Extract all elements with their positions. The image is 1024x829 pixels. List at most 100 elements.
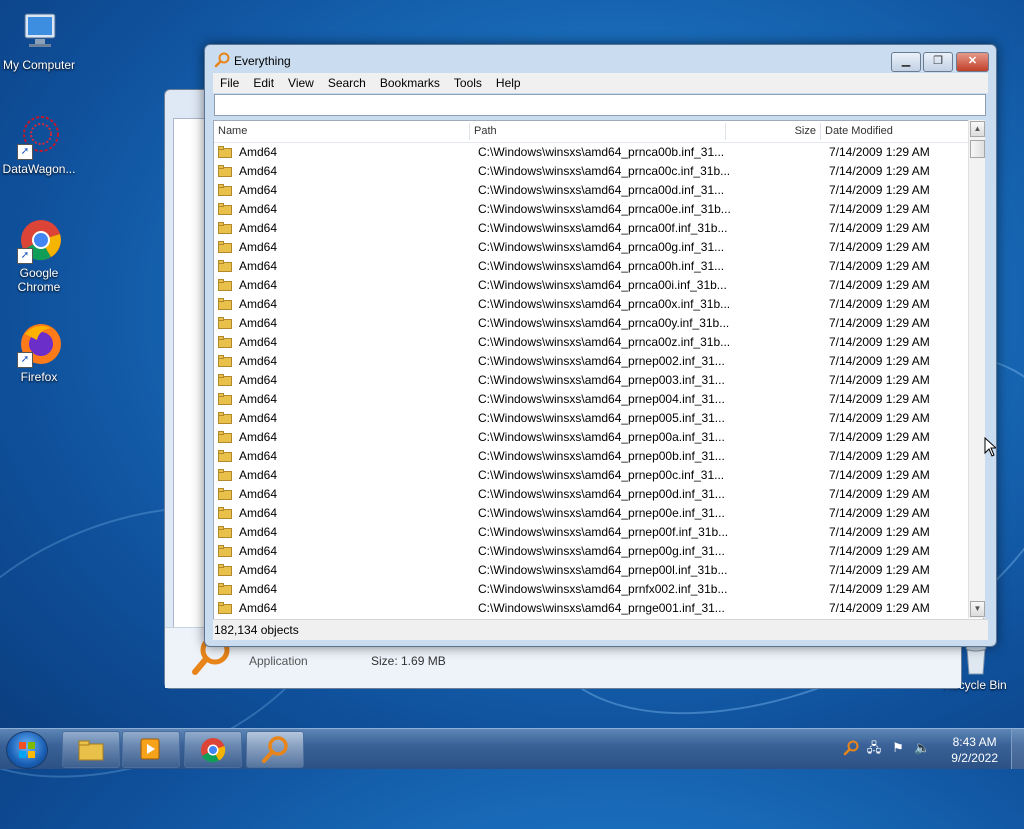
cell-path: C:\Windows\winsxs\amd64_prnge001.inf_31.… (478, 601, 725, 615)
cell-date: 7/14/2009 1:29 AM (829, 601, 930, 615)
cell-date: 7/14/2009 1:29 AM (829, 202, 930, 216)
cell-path: C:\Windows\winsxs\amd64_prnep00c.inf_31.… (478, 468, 725, 482)
menu-help[interactable]: Help (489, 73, 528, 93)
title-bar[interactable]: Everything ▁ ❐ ✕ (205, 45, 996, 73)
table-row[interactable]: Amd64 C:\Windows\winsxs\amd64_prnca00f.in… (214, 219, 983, 238)
desktop-icon-firefox[interactable]: ➚ Firefox (0, 320, 81, 384)
table-row[interactable]: Amd64 C:\Windows\winsxs\amd64_prnep00e.in… (214, 504, 983, 523)
cell-name: Amd64 (239, 373, 278, 387)
column-header-date[interactable]: Date Modified (825, 121, 965, 142)
column-header-path[interactable]: Path (474, 121, 714, 142)
table-row[interactable]: Amd64 C:\Windows\winsxs\amd64_prnep00d.in… (214, 485, 983, 504)
cell-date: 7/14/2009 1:29 AM (829, 183, 930, 197)
table-row[interactable]: Amd64 C:\Windows\winsxs\amd64_prnca00b.in… (214, 143, 983, 162)
cell-date: 7/14/2009 1:29 AM (829, 240, 930, 254)
desktop-icon-label: Google Chrome (17, 266, 61, 294)
desktop-icon-label: My Computer (2, 58, 76, 72)
column-divider[interactable] (469, 123, 470, 140)
close-button[interactable]: ✕ (956, 52, 989, 72)
folder-icon (218, 222, 232, 234)
mouse-cursor-icon (984, 436, 998, 457)
scroll-thumb[interactable] (970, 140, 985, 158)
minimize-button[interactable]: ▁ (891, 52, 921, 72)
table-row[interactable]: Amd64 C:\Windows\winsxs\amd64_prnep003.in… (214, 371, 983, 390)
menu-tools[interactable]: Tools (447, 73, 489, 93)
everything-search-icon (214, 52, 230, 68)
cell-name: Amd64 (239, 563, 278, 577)
maximize-button[interactable]: ❐ (923, 52, 953, 72)
cell-name: Amd64 (239, 316, 278, 330)
cell-path: C:\Windows\winsxs\amd64_prnep003.inf_31.… (478, 373, 725, 387)
results-list[interactable]: Name Path Size Date Modified Amd64 C:\Win… (213, 120, 984, 620)
table-row[interactable]: Amd64 C:\Windows\winsxs\amd64_prnca00y.in… (214, 314, 983, 333)
folder-icon (218, 469, 232, 481)
show-desktop-button[interactable] (1011, 729, 1024, 769)
column-divider[interactable] (820, 123, 821, 140)
taskbar-button-chrome[interactable] (184, 731, 242, 768)
column-divider[interactable] (725, 123, 726, 140)
everything-window[interactable]: Everything ▁ ❐ ✕ File Edit View Search Bookm… (204, 44, 997, 647)
menu-file[interactable]: File (213, 73, 246, 93)
search-input[interactable] (214, 94, 986, 116)
table-row[interactable]: Amd64 C:\Windows\winsxs\amd64_prnep004.in… (214, 390, 983, 409)
start-button[interactable] (6, 731, 48, 769)
menu-search[interactable]: Search (321, 73, 373, 93)
menu-view[interactable]: View (281, 73, 321, 93)
folder-icon (218, 602, 232, 614)
cell-path: C:\Windows\winsxs\amd64_prnep00g.inf_31.… (478, 544, 725, 558)
scroll-down-button[interactable]: ▼ (970, 601, 985, 617)
volume-icon[interactable]: 🔈 (914, 740, 930, 756)
cell-date: 7/14/2009 1:29 AM (829, 449, 930, 463)
system-clock[interactable]: 8:43 AM 9/2/2022 (951, 734, 998, 766)
cell-name: Amd64 (239, 525, 278, 539)
column-header-size[interactable]: Size (734, 121, 816, 142)
network-icon[interactable]: 🖧 (866, 740, 882, 756)
taskbar-button-media-player[interactable] (122, 731, 180, 768)
folder-icon (218, 507, 232, 519)
cell-path: C:\Windows\winsxs\amd64_prnep00e.inf_31.… (478, 506, 725, 520)
table-row[interactable]: Amd64 C:\Windows\winsxs\amd64_prnca00c.in… (214, 162, 983, 181)
table-row[interactable]: Amd64 C:\Windows\winsxs\amd64_prnca00z.in… (214, 333, 983, 352)
menu-edit[interactable]: Edit (246, 73, 281, 93)
taskbar-button-explorer[interactable] (62, 731, 120, 768)
column-header-name[interactable]: Name (218, 121, 468, 142)
shortcut-arrow-icon: ➚ (17, 144, 33, 160)
table-row[interactable]: Amd64 C:\Windows\winsxs\amd64_prnep00c.in… (214, 466, 983, 485)
table-row[interactable]: Amd64 C:\Windows\winsxs\amd64_prnfx002.in… (214, 580, 983, 599)
cell-path: C:\Windows\winsxs\amd64_prnep005.inf_31.… (478, 411, 725, 425)
desktop-icon-google-chrome[interactable]: ➚ Google Chrome (0, 216, 81, 294)
table-row[interactable]: Amd64 C:\Windows\winsxs\amd64_prnca00i.in… (214, 276, 983, 295)
vertical-scrollbar[interactable]: ▲ ▼ (968, 120, 985, 618)
folder-icon (218, 203, 232, 215)
everything-tray-icon[interactable] (843, 740, 859, 756)
cell-path: C:\Windows\winsxs\amd64_prnca00d.inf_31.… (478, 183, 725, 197)
folder-icon (218, 374, 232, 386)
taskbar-button-everything[interactable] (246, 731, 304, 768)
cell-name: Amd64 (239, 221, 278, 235)
desktop-icon-my-computer[interactable]: My Computer (0, 8, 81, 72)
computer-icon (15, 8, 63, 56)
table-row[interactable]: Amd64 C:\Windows\winsxs\amd64_prnep00f.in… (214, 523, 983, 542)
table-row[interactable]: Amd64 C:\Windows\winsxs\amd64_prnca00d.in… (214, 181, 983, 200)
status-bar: 182,134 objects (213, 619, 988, 640)
table-row[interactable]: Amd64 C:\Windows\winsxs\amd64_prnge001.in… (214, 599, 983, 618)
cell-name: Amd64 (239, 487, 278, 501)
desktop-icon-datawagon[interactable]: ➚ DataWagon... (0, 112, 81, 176)
table-row[interactable]: Amd64 C:\Windows\winsxs\amd64_prnep00l.in… (214, 561, 983, 580)
table-row[interactable]: Amd64 C:\Windows\winsxs\amd64_prnep00a.in… (214, 428, 983, 447)
cell-date: 7/14/2009 1:29 AM (829, 259, 930, 273)
cell-date: 7/14/2009 1:29 AM (829, 506, 930, 520)
table-row[interactable]: Amd64 C:\Windows\winsxs\amd64_prnca00g.in… (214, 238, 983, 257)
table-row[interactable]: Amd64 C:\Windows\winsxs\amd64_prnca00e.in… (214, 200, 983, 219)
cell-name: Amd64 (239, 430, 278, 444)
table-row[interactable]: Amd64 C:\Windows\winsxs\amd64_prnca00x.in… (214, 295, 983, 314)
menu-bookmarks[interactable]: Bookmarks (373, 73, 447, 93)
table-row[interactable]: Amd64 C:\Windows\winsxs\amd64_prnep00g.in… (214, 542, 983, 561)
table-row[interactable]: Amd64 C:\Windows\winsxs\amd64_prnep002.in… (214, 352, 983, 371)
table-row[interactable]: Amd64 C:\Windows\winsxs\amd64_prnca00h.in… (214, 257, 983, 276)
scroll-up-button[interactable]: ▲ (970, 121, 985, 137)
table-row[interactable]: Amd64 C:\Windows\winsxs\amd64_prnep00b.in… (214, 447, 983, 466)
file-type-label: Application (249, 654, 308, 668)
table-row[interactable]: Amd64 C:\Windows\winsxs\amd64_prnep005.in… (214, 409, 983, 428)
action-center-flag-icon[interactable]: ⚑ (890, 740, 906, 756)
